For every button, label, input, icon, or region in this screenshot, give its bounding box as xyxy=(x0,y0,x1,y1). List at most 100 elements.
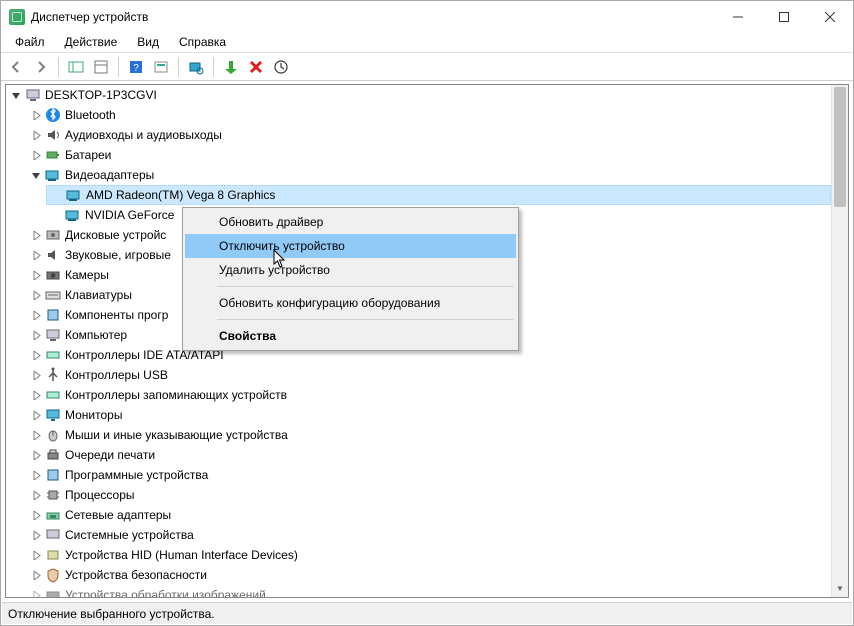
expand-icon[interactable] xyxy=(30,229,43,242)
minimize-button[interactable] xyxy=(715,1,761,32)
tree-item-label: Батареи xyxy=(65,148,111,162)
tree-item-label: Звуковые, игровые xyxy=(65,248,171,262)
menu-file[interactable]: Файл xyxy=(7,33,53,51)
tree-root[interactable]: DESKTOP-1P3CGVI xyxy=(6,85,831,105)
mouse-icon xyxy=(45,427,61,443)
ctx-disable-device[interactable]: Отключить устройство xyxy=(185,234,516,258)
maximize-button[interactable] xyxy=(761,1,807,32)
sound-icon xyxy=(45,247,61,263)
expand-icon[interactable] xyxy=(30,549,43,562)
show-hide-tree-button[interactable] xyxy=(65,56,87,78)
tree-item-bluetooth[interactable]: Bluetooth xyxy=(26,105,831,125)
expand-icon[interactable] xyxy=(30,429,43,442)
expand-icon[interactable] xyxy=(30,329,43,342)
tree-item-label: Видеоадаптеры xyxy=(65,168,154,182)
expand-icon[interactable] xyxy=(30,389,43,402)
imaging-icon xyxy=(45,587,61,597)
tree-item-mice[interactable]: Мыши и иные указывающие устройства xyxy=(26,425,831,445)
enable-device-button[interactable] xyxy=(220,56,242,78)
expand-icon[interactable] xyxy=(30,369,43,382)
expand-icon[interactable] xyxy=(30,529,43,542)
tree-item-display-adapters[interactable]: Видеоадаптеры xyxy=(26,165,831,185)
action-button[interactable] xyxy=(150,56,172,78)
collapse-icon[interactable] xyxy=(30,169,43,182)
tree-item-monitors[interactable]: Мониторы xyxy=(26,405,831,425)
tree-item-hid[interactable]: Устройства HID (Human Interface Devices) xyxy=(26,545,831,565)
expand-icon[interactable] xyxy=(30,569,43,582)
tree-item-label: Компьютер xyxy=(65,328,127,342)
expand-icon[interactable] xyxy=(30,449,43,462)
network-icon xyxy=(45,507,61,523)
audio-icon xyxy=(45,127,61,143)
tree-item-label: Контроллеры запоминающих устройств xyxy=(65,388,287,402)
bluetooth-icon xyxy=(45,107,61,123)
cpu-icon xyxy=(45,487,61,503)
expand-icon[interactable] xyxy=(30,109,43,122)
tree-item-gpu-amd[interactable]: AMD Radeon(TM) Vega 8 Graphics xyxy=(46,185,831,205)
scroll-thumb[interactable] xyxy=(834,87,846,207)
tree-item-audio-io[interactable]: Аудиовходы и аудиовыходы xyxy=(26,125,831,145)
tree-item-label: Системные устройства xyxy=(65,528,194,542)
expand-icon[interactable] xyxy=(30,309,43,322)
scroll-down-icon[interactable]: ▼ xyxy=(832,580,848,597)
tree-item-usb-controllers[interactable]: Контроллеры USB xyxy=(26,365,831,385)
tree-item-security-devices[interactable]: Устройства безопасности xyxy=(26,565,831,585)
expand-icon[interactable] xyxy=(30,289,43,302)
properties-button[interactable] xyxy=(90,56,112,78)
tree-item-software-devices[interactable]: Программные устройства xyxy=(26,465,831,485)
expand-icon[interactable] xyxy=(30,349,43,362)
tree-item-label: Устройства безопасности xyxy=(65,568,207,582)
menu-action[interactable]: Действие xyxy=(57,33,126,51)
ctx-uninstall-device[interactable]: Удалить устройство xyxy=(185,258,516,282)
ctx-scan-hardware[interactable]: Обновить конфигурацию оборудования xyxy=(185,291,516,315)
close-button[interactable] xyxy=(807,1,853,32)
svg-text:?: ? xyxy=(133,63,139,74)
titlebar: Диспетчер устройств xyxy=(1,1,853,32)
ctx-separator xyxy=(217,286,514,287)
expand-icon[interactable] xyxy=(30,149,43,162)
vertical-scrollbar[interactable]: ▲ ▼ xyxy=(831,85,848,597)
expand-icon[interactable] xyxy=(30,509,43,522)
tree-item-system-devices[interactable]: Системные устройства xyxy=(26,525,831,545)
menu-help[interactable]: Справка xyxy=(171,33,234,51)
forward-button[interactable] xyxy=(30,56,52,78)
expand-icon[interactable] xyxy=(30,469,43,482)
collapse-icon[interactable] xyxy=(10,89,23,102)
tree-item-imaging[interactable]: Устройства обработки изображений xyxy=(26,585,831,597)
tree-item-label: NVIDIA GeForce xyxy=(85,208,174,222)
update-driver-button[interactable] xyxy=(270,56,292,78)
display-adapter-icon xyxy=(66,187,82,203)
display-adapter-icon xyxy=(65,207,81,223)
tree-item-batteries[interactable]: Батареи xyxy=(26,145,831,165)
tree-item-processors[interactable]: Процессоры xyxy=(26,485,831,505)
status-text: Отключение выбранного устройства. xyxy=(8,607,215,621)
tree-item-label: Устройства обработки изображений xyxy=(65,588,266,597)
expand-icon[interactable] xyxy=(30,589,43,598)
ctx-update-driver[interactable]: Обновить драйвер xyxy=(185,210,516,234)
expand-icon[interactable] xyxy=(30,409,43,422)
expand-icon[interactable] xyxy=(30,269,43,282)
tree-item-label: Контроллеры USB xyxy=(65,368,168,382)
tree-item-storage-controllers[interactable]: Контроллеры запоминающих устройств xyxy=(26,385,831,405)
scan-hardware-button[interactable] xyxy=(185,56,207,78)
keyboard-icon xyxy=(45,287,61,303)
ctx-separator xyxy=(217,319,514,320)
app-icon xyxy=(9,9,25,25)
tree-item-network-adapters[interactable]: Сетевые адаптеры xyxy=(26,505,831,525)
ctx-properties[interactable]: Свойства xyxy=(185,324,516,348)
tree-item-print-queues[interactable]: Очереди печати xyxy=(26,445,831,465)
storage-icon xyxy=(45,387,61,403)
expand-icon[interactable] xyxy=(30,489,43,502)
tree-item-label: Камеры xyxy=(65,268,109,282)
tree-item-label: Компоненты прогр xyxy=(65,308,168,322)
context-menu: Обновить драйвер Отключить устройство Уд… xyxy=(182,207,519,351)
printer-icon xyxy=(45,447,61,463)
expand-icon[interactable] xyxy=(30,249,43,262)
computer-icon xyxy=(45,327,61,343)
expand-icon[interactable] xyxy=(30,129,43,142)
help-button[interactable]: ? xyxy=(125,56,147,78)
uninstall-device-button[interactable] xyxy=(245,56,267,78)
back-button[interactable] xyxy=(5,56,27,78)
menu-view[interactable]: Вид xyxy=(129,33,167,51)
usb-icon xyxy=(45,367,61,383)
